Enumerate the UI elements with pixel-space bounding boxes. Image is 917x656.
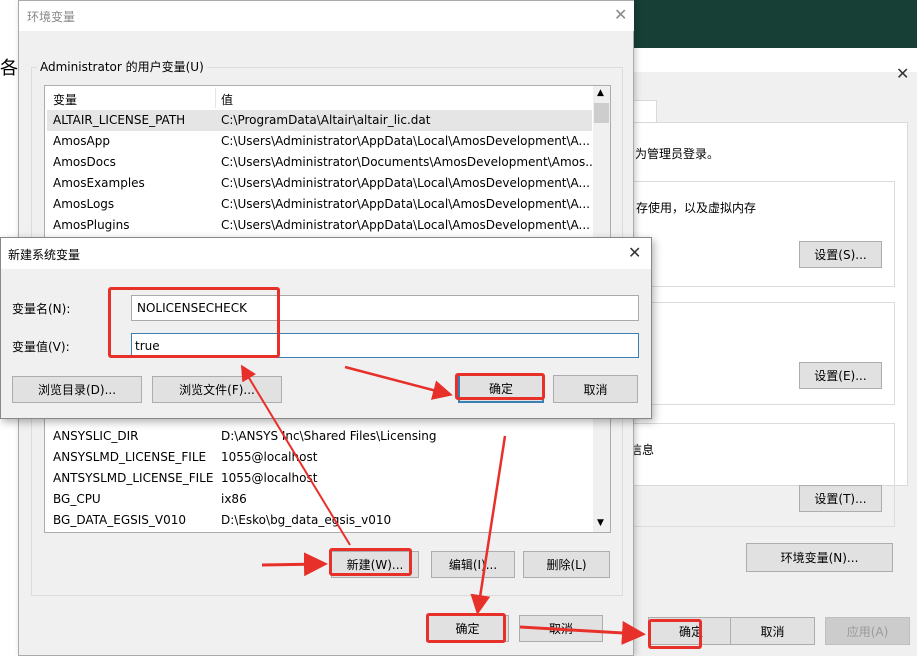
arrow-to-inputs <box>240 364 351 546</box>
arrow-to-system-ok <box>519 620 646 645</box>
annotation-arrows <box>240 364 646 645</box>
arrow-to-env-ok <box>470 435 507 615</box>
arrow-to-ok <box>344 365 453 400</box>
arrow-to-new <box>261 552 328 577</box>
